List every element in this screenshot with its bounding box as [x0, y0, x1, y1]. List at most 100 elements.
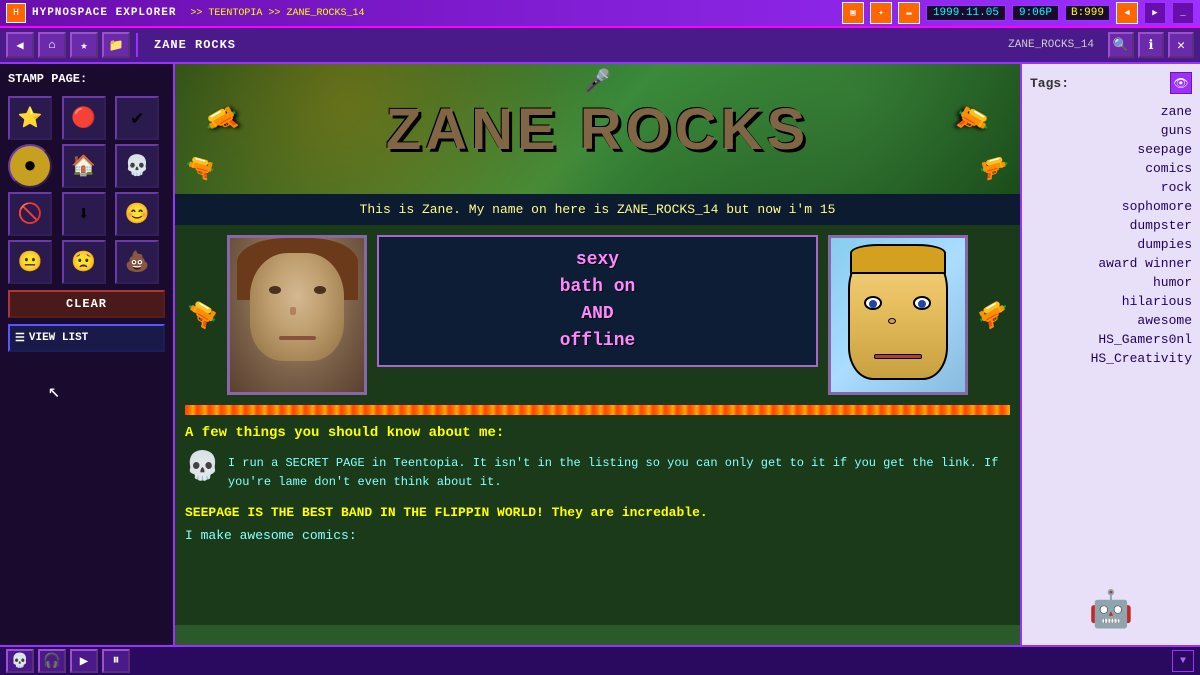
profile-section: 🔫 — [185, 235, 1010, 395]
tag-award-winner[interactable]: award winner — [1030, 254, 1192, 273]
about-header: A few things you should know about me: — [185, 425, 1010, 441]
stamp-skull[interactable]: 💀 — [115, 144, 159, 188]
stamp-down[interactable]: ⬇ — [62, 192, 106, 236]
cartoon-face — [848, 250, 948, 380]
play-button[interactable]: ▶ — [70, 649, 98, 673]
tag-guns[interactable]: guns — [1030, 121, 1192, 140]
stamp-coin[interactable]: ● — [8, 144, 52, 188]
right-sidebar: Tags: 👁 zane guns seepage comics rock so… — [1020, 64, 1200, 645]
cartoon-eye-left — [864, 296, 882, 310]
status-icon-3: ▬ — [898, 2, 920, 24]
pause-button[interactable]: ⏸ — [102, 649, 130, 673]
close-nav-button[interactable]: ✕ — [1168, 32, 1194, 58]
tag-humor[interactable]: humor — [1030, 273, 1192, 292]
stamp-check[interactable]: ✔ — [115, 96, 159, 140]
eye-left — [269, 286, 281, 294]
tags-eye-button[interactable]: 👁 — [1170, 72, 1192, 94]
profile-photo-cartoon — [828, 235, 968, 395]
main-content: 🔫 — [175, 225, 1020, 625]
status-icon-2: ✦ — [870, 2, 892, 24]
page-header: 🔫 🔫 🔫 🔫 ZANE ROCKS 🎤 — [175, 64, 1020, 194]
sexy-text: sexybath onANDoffline — [389, 247, 805, 355]
center-text-box: sexybath onANDoffline — [377, 235, 817, 367]
status-icon-1: ▣ — [842, 2, 864, 24]
skull-button[interactable]: 💀 — [6, 649, 34, 673]
photo-face — [250, 253, 344, 361]
robot-area: 🤖 — [1030, 368, 1192, 637]
stamp-star[interactable]: ⭐ — [8, 96, 52, 140]
back-button[interactable]: ◀ — [6, 32, 34, 58]
info-button[interactable]: ℹ — [1138, 32, 1164, 58]
secret-section: 💀 I run a SECRET PAGE in Teentopia. It i… — [185, 449, 1010, 497]
left-sidebar: STAMP PAGE: ⭐ 🔴 ✔ ● 🏠 💀 🚫 ⬇ 😊 😐 😟 💩 CLEA… — [0, 64, 175, 645]
robot-icon: 🤖 — [1089, 588, 1134, 632]
comics-text: I make awesome comics: — [185, 528, 1010, 543]
scroll-down-button[interactable]: ▼ — [1172, 650, 1194, 672]
folder-button[interactable]: 📁 — [102, 32, 130, 58]
view-list-label: VIEW LIST — [29, 332, 88, 344]
stamp-happy[interactable]: 😊 — [115, 192, 159, 236]
band-text: SEEPAGE IS THE BEST BAND IN THE FLIPPIN … — [185, 505, 1010, 520]
stamp-target[interactable]: 🔴 — [62, 96, 106, 140]
tag-dumpster[interactable]: dumpster — [1030, 216, 1192, 235]
cartoon-eye-right — [913, 296, 931, 310]
cartoon-pupil-right — [918, 300, 926, 308]
page-header-title: ZANE ROCKS — [386, 96, 809, 163]
nav-icon-2[interactable]: ▶ — [1144, 2, 1166, 24]
gun-deco-right: 🔫 — [972, 293, 1016, 336]
title-bar: H HYPNOSPACE EXPLORER >> TEENTOPIA >> ZA… — [0, 0, 1200, 28]
cartoon-pupil-left — [869, 300, 877, 308]
intro-text: This is Zane. My name on here is ZANE_RO… — [175, 194, 1020, 225]
gun-deco-left: 🔫 — [179, 293, 223, 336]
search-button[interactable]: 🔍 — [1108, 32, 1134, 58]
eye-right — [314, 286, 326, 294]
stamp-poop[interactable]: 💩 — [115, 240, 159, 284]
list-icon: ☰ — [15, 331, 25, 345]
stamp-neutral[interactable]: 😐 — [8, 240, 52, 284]
view-list-button[interactable]: ☰ VIEW LIST — [8, 324, 165, 352]
tag-hs-creativity[interactable]: HS_Creativity — [1030, 349, 1192, 368]
main-layout: STAMP PAGE: ⭐ 🔴 ✔ ● 🏠 💀 🚫 ⬇ 😊 😐 😟 💩 CLEA… — [0, 64, 1200, 645]
stamp-grid: ⭐ 🔴 ✔ ● 🏠 💀 🚫 ⬇ 😊 😐 😟 💩 — [8, 96, 165, 284]
bottom-bar: 💀 🎧 ▶ ⏸ ▼ — [0, 645, 1200, 675]
nav-icon-1[interactable]: ◀ — [1116, 2, 1138, 24]
divider-bar — [185, 405, 1010, 415]
tag-sophomore[interactable]: sophomore — [1030, 197, 1192, 216]
profile-photo-real — [227, 235, 367, 395]
tag-hilarious[interactable]: hilarious — [1030, 292, 1192, 311]
photo-placeholder — [230, 238, 364, 392]
stamp-sad[interactable]: 😟 — [62, 240, 106, 284]
nav-bar: ◀ ⌂ ★ 📁 ZANE ROCKS ZANE_ROCKS_14 🔍 ℹ ✕ — [0, 28, 1200, 64]
tag-zane[interactable]: zane — [1030, 102, 1192, 121]
nose — [290, 307, 296, 315]
mouth — [279, 336, 317, 340]
stamp-no[interactable]: 🚫 — [8, 192, 52, 236]
cartoon-hair — [850, 244, 946, 274]
nav-separator — [136, 33, 138, 57]
tag-dumpies[interactable]: dumpies — [1030, 235, 1192, 254]
bookmark-button[interactable]: ★ — [70, 32, 98, 58]
cursor-icon: ↖ — [48, 378, 60, 404]
page-id: ZANE_ROCKS_14 — [1008, 39, 1094, 51]
tag-awesome[interactable]: awesome — [1030, 311, 1192, 330]
page-title: ZANE ROCKS — [144, 38, 246, 52]
tag-comics[interactable]: comics — [1030, 159, 1192, 178]
stamp-label: STAMP PAGE: — [8, 72, 165, 86]
headphones-button[interactable]: 🎧 — [38, 649, 66, 673]
cursor-area: ↖ — [8, 358, 165, 637]
clear-button[interactable]: CLEAR — [8, 290, 165, 318]
skeleton-icon: 💀 — [185, 449, 220, 484]
tag-rock[interactable]: rock — [1030, 178, 1192, 197]
nav-path: >> TEENTOPIA >> ZANE_ROCKS_14 — [190, 8, 364, 19]
home-button[interactable]: ⌂ — [38, 32, 66, 58]
tags-label: Tags: — [1030, 76, 1069, 91]
date-display: 1999.11.05 — [926, 5, 1006, 21]
secret-text: I run a SECRET PAGE in Teentopia. It isn… — [228, 454, 1010, 492]
stamp-house[interactable]: 🏠 — [62, 144, 106, 188]
cartoon-nose — [888, 318, 896, 324]
minimize-btn[interactable]: _ — [1172, 2, 1194, 24]
tag-seepage[interactable]: seepage — [1030, 140, 1192, 159]
credits-display: B:999 — [1065, 5, 1110, 21]
tag-hs-gamers[interactable]: HS_Gamers0nl — [1030, 330, 1192, 349]
time-display: 9:06P — [1012, 5, 1059, 21]
